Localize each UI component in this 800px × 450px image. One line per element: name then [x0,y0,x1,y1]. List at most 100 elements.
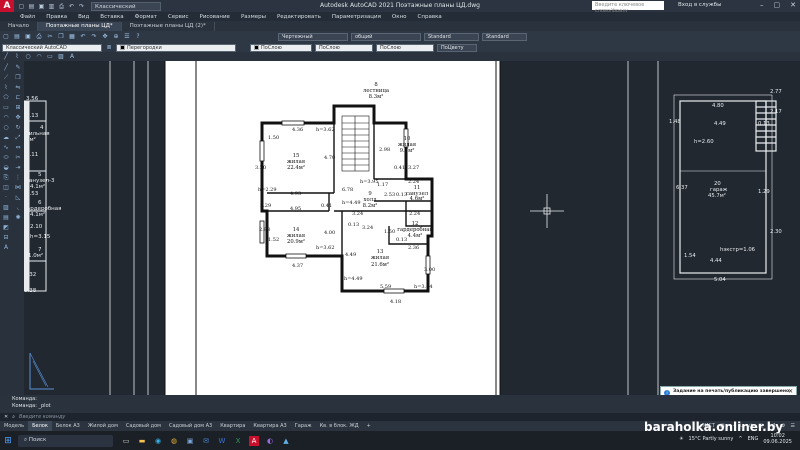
array-tool-icon[interactable]: ⊞ [12,103,24,113]
tab-plans-2[interactable]: Поэтажные планы ЦД (2)* [122,22,215,31]
scale-tool-icon[interactable]: ⤢ [12,133,24,143]
help-icon[interactable]: ? [134,33,142,41]
pan-icon[interactable]: ✥ [101,33,109,41]
tray-chevron-icon[interactable]: ^ [738,436,742,442]
table-style-select[interactable]: Standard [424,32,479,41]
layout-tab-belok-a3[interactable]: Белок А3 [52,421,84,431]
region-tool-icon[interactable]: ◩ [0,223,12,233]
chamfer-tool-icon[interactable]: ◺ [12,193,24,203]
polygon-tool-icon[interactable]: ⬠ [0,93,12,103]
layout-tab-apartment-a3[interactable]: Квартира А3 [249,421,290,431]
weather-icon[interactable]: ☀ [679,436,683,442]
color-select[interactable]: ПоСлою [250,43,312,52]
layer-select[interactable]: Перегородки [116,43,236,52]
stretch-tool-icon[interactable]: ⇔ [12,143,24,153]
offset-tool-icon[interactable]: ⊏ [12,93,24,103]
arc-tool-icon[interactable]: ◠ [0,113,12,123]
rect-tool-icon[interactable]: ▭ [0,103,12,113]
mirror-tool-icon[interactable]: ⇋ [12,83,24,93]
circle-tool-icon[interactable]: ○ [0,123,12,133]
chrome-icon[interactable]: ◍ [169,436,179,446]
workspace-select[interactable]: Классический AutoCAD [91,1,161,18]
rectangle-icon[interactable]: ▭ [46,53,54,61]
layout-tab-garden-house-a3[interactable]: Садовый дом А3 [165,421,216,431]
save-icon[interactable]: ▣ [38,3,45,10]
lang-indicator[interactable]: ENG [748,436,759,442]
taskview-icon[interactable]: ▭ [121,436,131,446]
menu-parametric[interactable]: Параметризация [332,14,381,20]
tab-start[interactable]: Начало [0,22,39,31]
trim-tool-icon[interactable]: ✂ [12,153,24,163]
menu-dimension[interactable]: Размеры [241,14,266,20]
photos-icon[interactable]: ▲ [281,436,291,446]
layout-tab-apartment[interactable]: Квартира [216,421,249,431]
command-input[interactable]: Введите команду [19,414,65,420]
menu-draw[interactable]: Рисование [200,14,230,20]
menu-file[interactable]: Файл [20,14,35,20]
word-icon[interactable]: W [217,436,227,446]
close-command-icon[interactable]: ✕ [4,414,8,420]
ellipse-arc-tool-icon[interactable]: ◒ [0,163,12,173]
line-icon[interactable]: ╱ [2,53,10,61]
clock[interactable]: 10:02 09.06.2025 [763,433,792,445]
tab-plans[interactable]: Поэтажные планы ЦД* [38,22,122,31]
explode-tool-icon[interactable]: ✺ [12,213,24,223]
arc-icon[interactable]: ◠ [35,53,43,61]
signin-button[interactable]: Вход в службы [678,2,721,8]
workspace-select-2[interactable]: Классический AutoCAD [2,43,102,52]
menu-tools[interactable]: Сервис [168,14,189,20]
windows-start-icon[interactable]: ⊞ [0,436,16,446]
new-icon[interactable]: ▢ [2,33,10,41]
menu-format[interactable]: Формат [135,14,157,20]
print-icon[interactable]: ⎙ [35,33,43,41]
minimize-icon[interactable]: – [760,1,764,9]
circle-icon[interactable]: ○ [24,53,32,61]
lineweight-select[interactable]: ПоСлою [376,43,434,52]
dim-style-select[interactable]: общий [351,32,421,41]
plotstyle-select[interactable]: ПоЦвету [437,43,477,52]
command-search-icon[interactable]: ⌕ [12,414,15,420]
extend-tool-icon[interactable]: ⇥ [12,163,24,173]
ellipse-tool-icon[interactable]: ⬭ [0,153,12,163]
menu-insert[interactable]: Вставка [100,14,123,20]
autocad-logo-icon[interactable]: A [0,0,14,12]
xline-tool-icon[interactable]: ⟋ [0,73,12,83]
layout-tab-belok[interactable]: Белок [28,421,52,431]
rotate-tool-icon[interactable]: ↻ [12,123,24,133]
menu-modify[interactable]: Редактировать [277,14,321,20]
taskbar-search[interactable]: ⌕ Поиск [18,434,113,447]
point-tool-icon[interactable]: · [0,193,12,203]
insert-tool-icon[interactable]: ⎘ [0,173,12,183]
maximize-icon[interactable]: ▢ [774,1,781,9]
redo-icon[interactable]: ↷ [78,3,85,10]
autocad-taskbar-icon[interactable]: A [249,435,259,446]
add-layout-icon[interactable]: + [363,421,375,431]
join-tool-icon[interactable]: ⋈ [12,183,24,193]
save-icon[interactable]: ▣ [24,33,32,41]
erase-tool-icon[interactable]: ✎ [12,63,24,73]
edge-icon[interactable]: ◉ [153,436,163,446]
mtext-tool-icon[interactable]: A [0,243,12,253]
layout-tab-garden-house[interactable]: Садовый дом [122,421,165,431]
linetype-select[interactable]: ПоСлою [315,43,373,52]
new-icon[interactable]: ▢ [18,3,25,10]
layout-tab-garage[interactable]: Гараж [291,421,316,431]
print-icon[interactable]: ⎙ [58,3,65,10]
mail-icon[interactable]: ✉ [201,436,211,446]
polyline-tool-icon[interactable]: ⌇ [0,83,12,93]
break-tool-icon[interactable]: ⋮ [12,173,24,183]
block-tool-icon[interactable]: ◫ [0,183,12,193]
layout-tab-house[interactable]: Жилой дом [84,421,122,431]
menu-window[interactable]: Окно [392,14,407,20]
viber-icon[interactable]: ◐ [265,436,275,446]
gradient-tool-icon[interactable]: ▤ [0,213,12,223]
layout-tab-block-apt[interactable]: Кв. в блок. ЖД [316,421,363,431]
properties-icon[interactable]: ☰ [123,33,131,41]
line-tool-icon[interactable]: ╱ [0,63,12,73]
open-icon[interactable]: ▤ [28,3,35,10]
excel-icon[interactable]: X [233,436,243,446]
hatch-tool-icon[interactable]: ▨ [0,203,12,213]
close-icon[interactable]: ✕ [788,388,793,395]
move-tool-icon[interactable]: ✥ [12,113,24,123]
copy-icon[interactable]: ❐ [57,33,65,41]
